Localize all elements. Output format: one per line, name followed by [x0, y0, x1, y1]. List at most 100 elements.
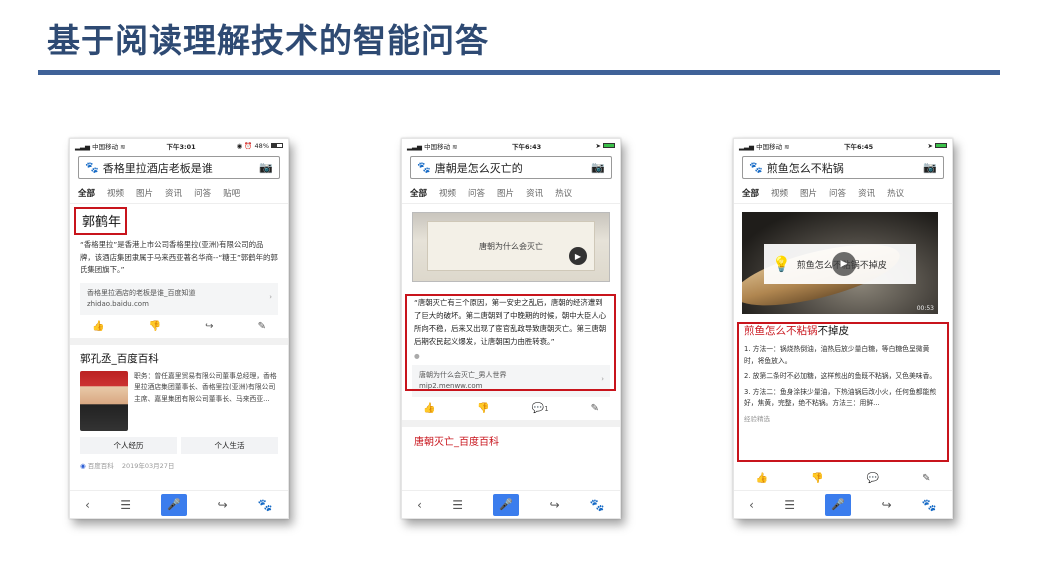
alarm-icon: ⏰ [244, 141, 253, 150]
search-box[interactable]: 🐾 煎鱼怎么不粘锅 📷 [742, 156, 944, 179]
play-icon[interactable]: ▶ [569, 247, 587, 265]
location-icon: ◉ [236, 141, 243, 150]
baike-title[interactable]: 郭孔丞_百度百科 [80, 351, 278, 366]
carrier-label: 中国移动 [424, 142, 451, 151]
thumbs-down-icon[interactable]: 👎 [477, 403, 489, 414]
baike-logo-icon: ◉ [80, 461, 86, 470]
footer-date: 2019年03月27日 [121, 461, 175, 470]
thumbs-up-icon[interactable]: 👍 [756, 473, 768, 484]
menu-icon[interactable]: ☰ [452, 498, 463, 512]
source-title[interactable]: 香格里拉酒店的老板是谁_百度知道 [87, 288, 271, 299]
tab-news[interactable]: 资讯 [526, 187, 543, 203]
search-box[interactable]: 🐾 唐朝是怎么灭亡的 📷 [410, 156, 612, 179]
tab-images[interactable]: 图片 [497, 187, 514, 203]
search-query[interactable]: 煎鱼怎么不粘锅 [767, 160, 924, 176]
wifi-icon: ≋ [120, 142, 126, 151]
tab-news[interactable]: 资讯 [165, 187, 182, 203]
source-link-card[interactable]: 香格里拉酒店的老板是谁_百度知道 zhidao.baidu.com › [80, 282, 278, 315]
edit-icon[interactable]: ✎ [258, 321, 266, 332]
tab-all[interactable]: 全部 [742, 187, 759, 203]
menu-icon[interactable]: ☰ [120, 498, 131, 512]
edit-icon[interactable]: ✎ [591, 403, 599, 414]
paw-icon[interactable]: 🐾 [590, 498, 605, 512]
tab-discussion[interactable]: 热议 [555, 187, 572, 203]
battery-icon [602, 143, 615, 148]
tab-qa[interactable]: 问答 [468, 187, 485, 203]
personal-history-button[interactable]: 个人经历 [80, 436, 177, 454]
back-icon[interactable]: ‹ [85, 498, 90, 512]
baike-card[interactable]: 郭孔丞_百度百科 职务：曾任嘉里贸易有限公司董事总经理，香格里拉酒店集团董事长、… [70, 345, 288, 470]
tab-qa[interactable]: 问答 [194, 187, 211, 203]
signal-icon: ▂▃▅ [75, 142, 90, 151]
tab-all[interactable]: 全部 [78, 187, 95, 203]
thumbs-down-icon[interactable]: 👎 [811, 473, 823, 484]
tab-news[interactable]: 资讯 [858, 187, 875, 203]
voice-search-button[interactable]: 🎤 [493, 493, 520, 516]
tab-all[interactable]: 全部 [410, 187, 427, 203]
clock: 下午6:43 [511, 142, 542, 151]
thumbs-up-icon[interactable]: 👍 [92, 321, 104, 332]
battery-percent: 48% [254, 141, 269, 150]
tab-video[interactable]: 视频 [439, 187, 456, 203]
tab-images[interactable]: 图片 [136, 187, 153, 203]
comment-button[interactable]: 💬1 [532, 403, 549, 414]
personal-life-button[interactable]: 个人生活 [181, 436, 278, 454]
comment-icon[interactable]: 💬 [867, 473, 879, 484]
highlight-box [74, 207, 127, 235]
voice-search-button[interactable]: 🎤 [161, 493, 188, 516]
feedback-actions: 👍 👎 💬 ✎ [734, 467, 952, 490]
thumbs-down-icon[interactable]: 👎 [149, 321, 161, 332]
next-result-title[interactable]: 唐朝灭亡_百度百科 [402, 427, 620, 454]
baidu-paw-icon: 🐾 [417, 161, 431, 174]
back-icon[interactable]: ‹ [417, 498, 422, 512]
baidu-paw-icon: 🐾 [749, 161, 763, 174]
camera-icon[interactable]: 📷 [923, 161, 937, 174]
carrier-label: 中国移动 [92, 142, 119, 151]
video-duration: 00:53 [916, 305, 934, 312]
tab-bar: 全部 视频 图片 资讯 问答 贴吧 [70, 187, 288, 204]
share-icon[interactable]: ↪ [882, 498, 892, 512]
search-query[interactable]: 唐朝是怎么灭亡的 [435, 160, 592, 176]
phone-screenshot-3: ▂▃▅ 中国移动 ≋ 下午6:45 ➤ 🐾 煎鱼怎么不粘锅 📷 全部 视频 图片… [733, 138, 953, 519]
footer-source: 百度百科 [87, 461, 114, 470]
menu-icon[interactable]: ☰ [784, 498, 795, 512]
slide-title: 基于阅读理解技术的智能问答 [47, 21, 489, 60]
video-thumbnail[interactable]: 💡 煎鱼怎么不粘锅不掉皮 ▶ 00:53 [742, 212, 938, 314]
paw-icon[interactable]: 🐾 [922, 498, 937, 512]
paw-icon[interactable]: 🐾 [258, 498, 273, 512]
share-icon[interactable]: ↪ [218, 498, 228, 512]
search-box[interactable]: 🐾 香格里拉酒店老板是谁 📷 [78, 156, 280, 179]
wifi-icon: ≋ [452, 142, 458, 151]
bottom-nav: ‹ ☰ 🎤 ↪ 🐾 [70, 490, 288, 518]
tab-discussion[interactable]: 热议 [887, 187, 904, 203]
back-icon[interactable]: ‹ [749, 498, 754, 512]
tab-video[interactable]: 视频 [771, 187, 788, 203]
voice-search-button[interactable]: 🎤 [825, 493, 852, 516]
tab-video[interactable]: 视频 [107, 187, 124, 203]
title-rule [38, 70, 1000, 75]
tab-images[interactable]: 图片 [800, 187, 817, 203]
signal-icon: ▂▃▅ [407, 142, 422, 151]
location-icon: ➤ [595, 141, 601, 150]
share-icon[interactable]: ↪ [205, 321, 213, 332]
search-query[interactable]: 香格里拉酒店老板是谁 [103, 160, 260, 176]
camera-icon[interactable]: 📷 [591, 161, 605, 174]
battery-icon [934, 143, 947, 148]
tab-tieba[interactable]: 贴吧 [223, 187, 240, 203]
video-thumbnail[interactable]: 唐朝为什么会灭亡 ▶ [412, 212, 610, 282]
separator [70, 337, 288, 345]
share-icon[interactable]: ↪ [550, 498, 560, 512]
edit-icon[interactable]: ✎ [922, 473, 930, 484]
separator [402, 420, 620, 427]
play-icon[interactable]: ▶ [832, 252, 856, 276]
phone-screenshot-1: ▂▃▅ 中国移动 ≋ 下午3:01 ◉ ⏰ 48% 🐾 香格里拉酒店老板是谁 📷… [69, 138, 289, 519]
location-icon: ➤ [927, 141, 933, 150]
highlight-box [737, 322, 949, 462]
lightbulb-icon: 💡 [772, 255, 791, 273]
status-bar: ▂▃▅ 中国移动 ≋ 下午6:45 ➤ [734, 139, 952, 152]
camera-icon[interactable]: 📷 [259, 161, 273, 174]
comment-icon: 💬 [531, 403, 545, 414]
thumbs-up-icon[interactable]: 👍 [423, 403, 435, 414]
carrier-label: 中国移动 [756, 142, 783, 151]
tab-qa[interactable]: 问答 [829, 187, 846, 203]
